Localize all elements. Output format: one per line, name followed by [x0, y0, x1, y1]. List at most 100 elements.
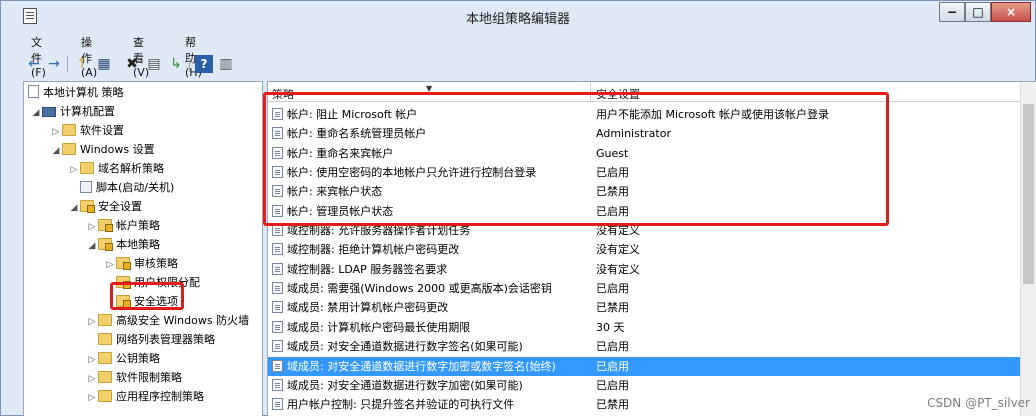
collapsed-arrow-icon[interactable]: ▷ [50, 123, 62, 141]
policy-name: 用户帐户控制: 只提升签名并验证的可执行文件 [272, 395, 514, 414]
expanded-arrow-icon[interactable]: ◢ [86, 237, 98, 255]
tree-local-policy[interactable]: ◢ 本地策略 [86, 236, 160, 254]
policy-name-text: 域成员: 计算机帐户密码最长使用期限 [287, 321, 471, 334]
delete-icon[interactable]: ✖ [123, 55, 141, 73]
column-policy[interactable]: 策略 [272, 86, 294, 102]
folder-icon [80, 162, 94, 174]
tree-root[interactable]: 本地计算机 策略 [28, 84, 124, 102]
maximize-button[interactable]: □ [965, 2, 991, 22]
policy-row[interactable]: 域成员: 禁用计算机帐户密码更改 已禁用 [268, 298, 1022, 317]
policy-row[interactable]: 帐户: 来宾帐户状态 已禁用 [268, 182, 1022, 201]
collapsed-arrow-icon[interactable]: ▷ [86, 370, 98, 388]
tree-scripts[interactable]: 脚本(启动/关机) [80, 179, 174, 197]
tree-software-settings[interactable]: ▷ 软件设置 [50, 122, 124, 140]
tree-computer-config[interactable]: ◢ 计算机配置 [30, 103, 115, 121]
policy-row[interactable]: 域成员: 对安全通道数据进行数字签名(如果可能) 已启用 [268, 337, 1022, 356]
close-button[interactable]: × [991, 2, 1031, 22]
security-folder-icon [98, 219, 113, 232]
tree-security-options[interactable]: 安全选项 [116, 293, 178, 311]
tree-software-restriction[interactable]: ▷ 软件限制策略 [86, 369, 182, 387]
vertical-scrollbar[interactable] [1020, 82, 1036, 416]
policy-icon [272, 147, 283, 159]
policy-row[interactable]: 域控制器: LDAP 服务器签名要求 没有定义 [268, 260, 1022, 279]
collapsed-arrow-icon[interactable]: ▷ [86, 313, 98, 331]
folder-icon [98, 333, 112, 345]
policy-row[interactable]: 域成员: 对安全通道数据进行数字加密(如果可能) 已启用 [268, 376, 1022, 395]
policy-icon [272, 127, 283, 139]
policy-row[interactable]: 域成员: 计算机帐户密码最长使用期限 30 天 [268, 318, 1022, 337]
tree-audit-policy[interactable]: ▷ 审核策略 [104, 255, 178, 273]
policy-row[interactable]: 帐户: 管理员帐户状态 已启用 [268, 202, 1022, 221]
security-folder-icon [80, 200, 95, 213]
collapsed-arrow-icon[interactable]: ▷ [86, 351, 98, 369]
policy-setting: 用户不能添加 Microsoft 帐户或使用该帐户登录 [596, 108, 830, 121]
export-list-icon[interactable]: ↳ [167, 55, 185, 73]
tree-security-settings[interactable]: ◢ 安全设置 [68, 198, 142, 216]
tree-firewall[interactable]: ▷ 高级安全 Windows 防火墙 [86, 312, 249, 330]
expanded-arrow-icon[interactable]: ◢ [30, 104, 42, 122]
policy-row[interactable]: 域控制器: 拒绝计算机帐户密码更改 没有定义 [268, 240, 1022, 259]
tree-label: 高级安全 Windows 防火墙 [116, 314, 250, 327]
collapsed-arrow-icon[interactable]: ▷ [86, 389, 98, 407]
help-icon[interactable]: ? [195, 55, 213, 73]
policy-setting: 30 天 [596, 321, 625, 334]
policy-row[interactable]: 域控制器: 允许服务器操作者计划任务 没有定义 [268, 221, 1022, 240]
policy-name: 域成员: 对安全通道数据进行数字签名(如果可能) [272, 337, 523, 356]
toolbar-separator [67, 56, 68, 72]
policy-name: 域成员: 禁用计算机帐户密码更改 [272, 298, 448, 317]
folder-icon [62, 143, 76, 155]
minimize-button[interactable]: − [939, 2, 965, 22]
tree-dns-policy[interactable]: ▷ 域名解析策略 [68, 160, 164, 178]
policy-icon [272, 379, 283, 391]
tree-network-list[interactable]: 网络列表管理器策略 [98, 331, 215, 349]
collapsed-arrow-icon[interactable]: ▷ [86, 218, 98, 236]
policy-name: 帐户: 使用空密码的本地帐户只允许进行控制台登录 [272, 163, 536, 182]
policy-name: 帐户: 管理员帐户状态 [272, 202, 393, 221]
up-folder-icon[interactable]: ↑ [73, 55, 91, 73]
tree-windows-settings[interactable]: ◢ Windows 设置 [50, 141, 155, 159]
title-bar[interactable]: 本地组策略编辑器 − □ × [1, 1, 1035, 31]
policy-setting: 已禁用 [596, 185, 629, 198]
policy-name-text: 域成员: 禁用计算机帐户密码更改 [287, 301, 449, 314]
policy-row-selected[interactable]: 域成员: 对安全通道数据进行数字加密或数字签名(始终) 已启用 [268, 357, 1022, 376]
tree-app-control[interactable]: ▷ 应用程序控制策略 [86, 388, 204, 406]
view-icon[interactable]: ▥ [217, 55, 235, 73]
script-icon [80, 181, 92, 193]
policy-row[interactable]: 用户帐户控制: 只提升签名并验证的可执行文件 已禁用 [268, 395, 1022, 414]
policy-icon [272, 282, 283, 294]
tree-label: 计算机配置 [60, 105, 115, 118]
column-divider[interactable] [590, 82, 591, 102]
tree-public-key[interactable]: ▷ 公钥策略 [86, 350, 160, 368]
scrollbar-thumb[interactable] [1023, 104, 1034, 284]
expanded-arrow-icon[interactable]: ◢ [50, 142, 62, 160]
tree-label: 应用程序控制策略 [116, 390, 204, 403]
tree-user-rights[interactable]: 用户权限分配 [116, 274, 200, 292]
folder-icon [98, 390, 112, 402]
properties-icon[interactable]: ▤ [145, 55, 163, 73]
policy-name-text: 域成员: 对安全通道数据进行数字加密(如果可能) [287, 379, 523, 392]
policy-name-text: 帐户: 阻止 Microsoft 帐户 [287, 108, 418, 121]
policy-name: 帐户: 来宾帐户状态 [272, 182, 382, 201]
collapsed-arrow-icon[interactable]: ▷ [68, 161, 80, 179]
policy-icon [272, 205, 283, 217]
window: 本地组策略编辑器 − □ × 文件(F) 操作(A) 查看(V) 帮助(H) ←… [0, 0, 1036, 416]
show-hide-tree-icon[interactable]: ▦ [95, 55, 113, 73]
security-folder-icon [98, 238, 113, 251]
tree-label: 脚本(启动/关机) [96, 181, 175, 194]
forward-icon[interactable]: → [45, 55, 63, 73]
policy-name: 域成员: 计算机帐户密码最长使用期限 [272, 318, 470, 337]
policy-row[interactable]: 帐户: 重命名来宾帐户 Guest [268, 144, 1022, 163]
back-icon[interactable]: ← [25, 55, 43, 73]
policy-row[interactable]: 帐户: 重命名系统管理员帐户 Administrator [268, 124, 1022, 143]
collapsed-arrow-icon[interactable]: ▷ [104, 256, 116, 274]
policy-row[interactable]: 帐户: 使用空密码的本地帐户只允许进行控制台登录 已启用 [268, 163, 1022, 182]
tree-account-policy[interactable]: ▷ 帐户策略 [86, 217, 160, 235]
policy-icon [272, 340, 283, 352]
policy-row[interactable]: 域成员: 需要强(Windows 2000 或更高版本)会话密钥 已启用 [268, 279, 1022, 298]
security-folder-icon [116, 295, 131, 308]
column-setting[interactable]: 安全设置 [596, 86, 640, 102]
policy-setting: 已启用 [596, 360, 629, 373]
policy-row[interactable]: 帐户: 阻止 Microsoft 帐户 用户不能添加 Microsoft 帐户或… [268, 105, 1022, 124]
expanded-arrow-icon[interactable]: ◢ [68, 199, 80, 217]
policy-name: 域成员: 对安全通道数据进行数字加密(如果可能) [272, 376, 523, 395]
